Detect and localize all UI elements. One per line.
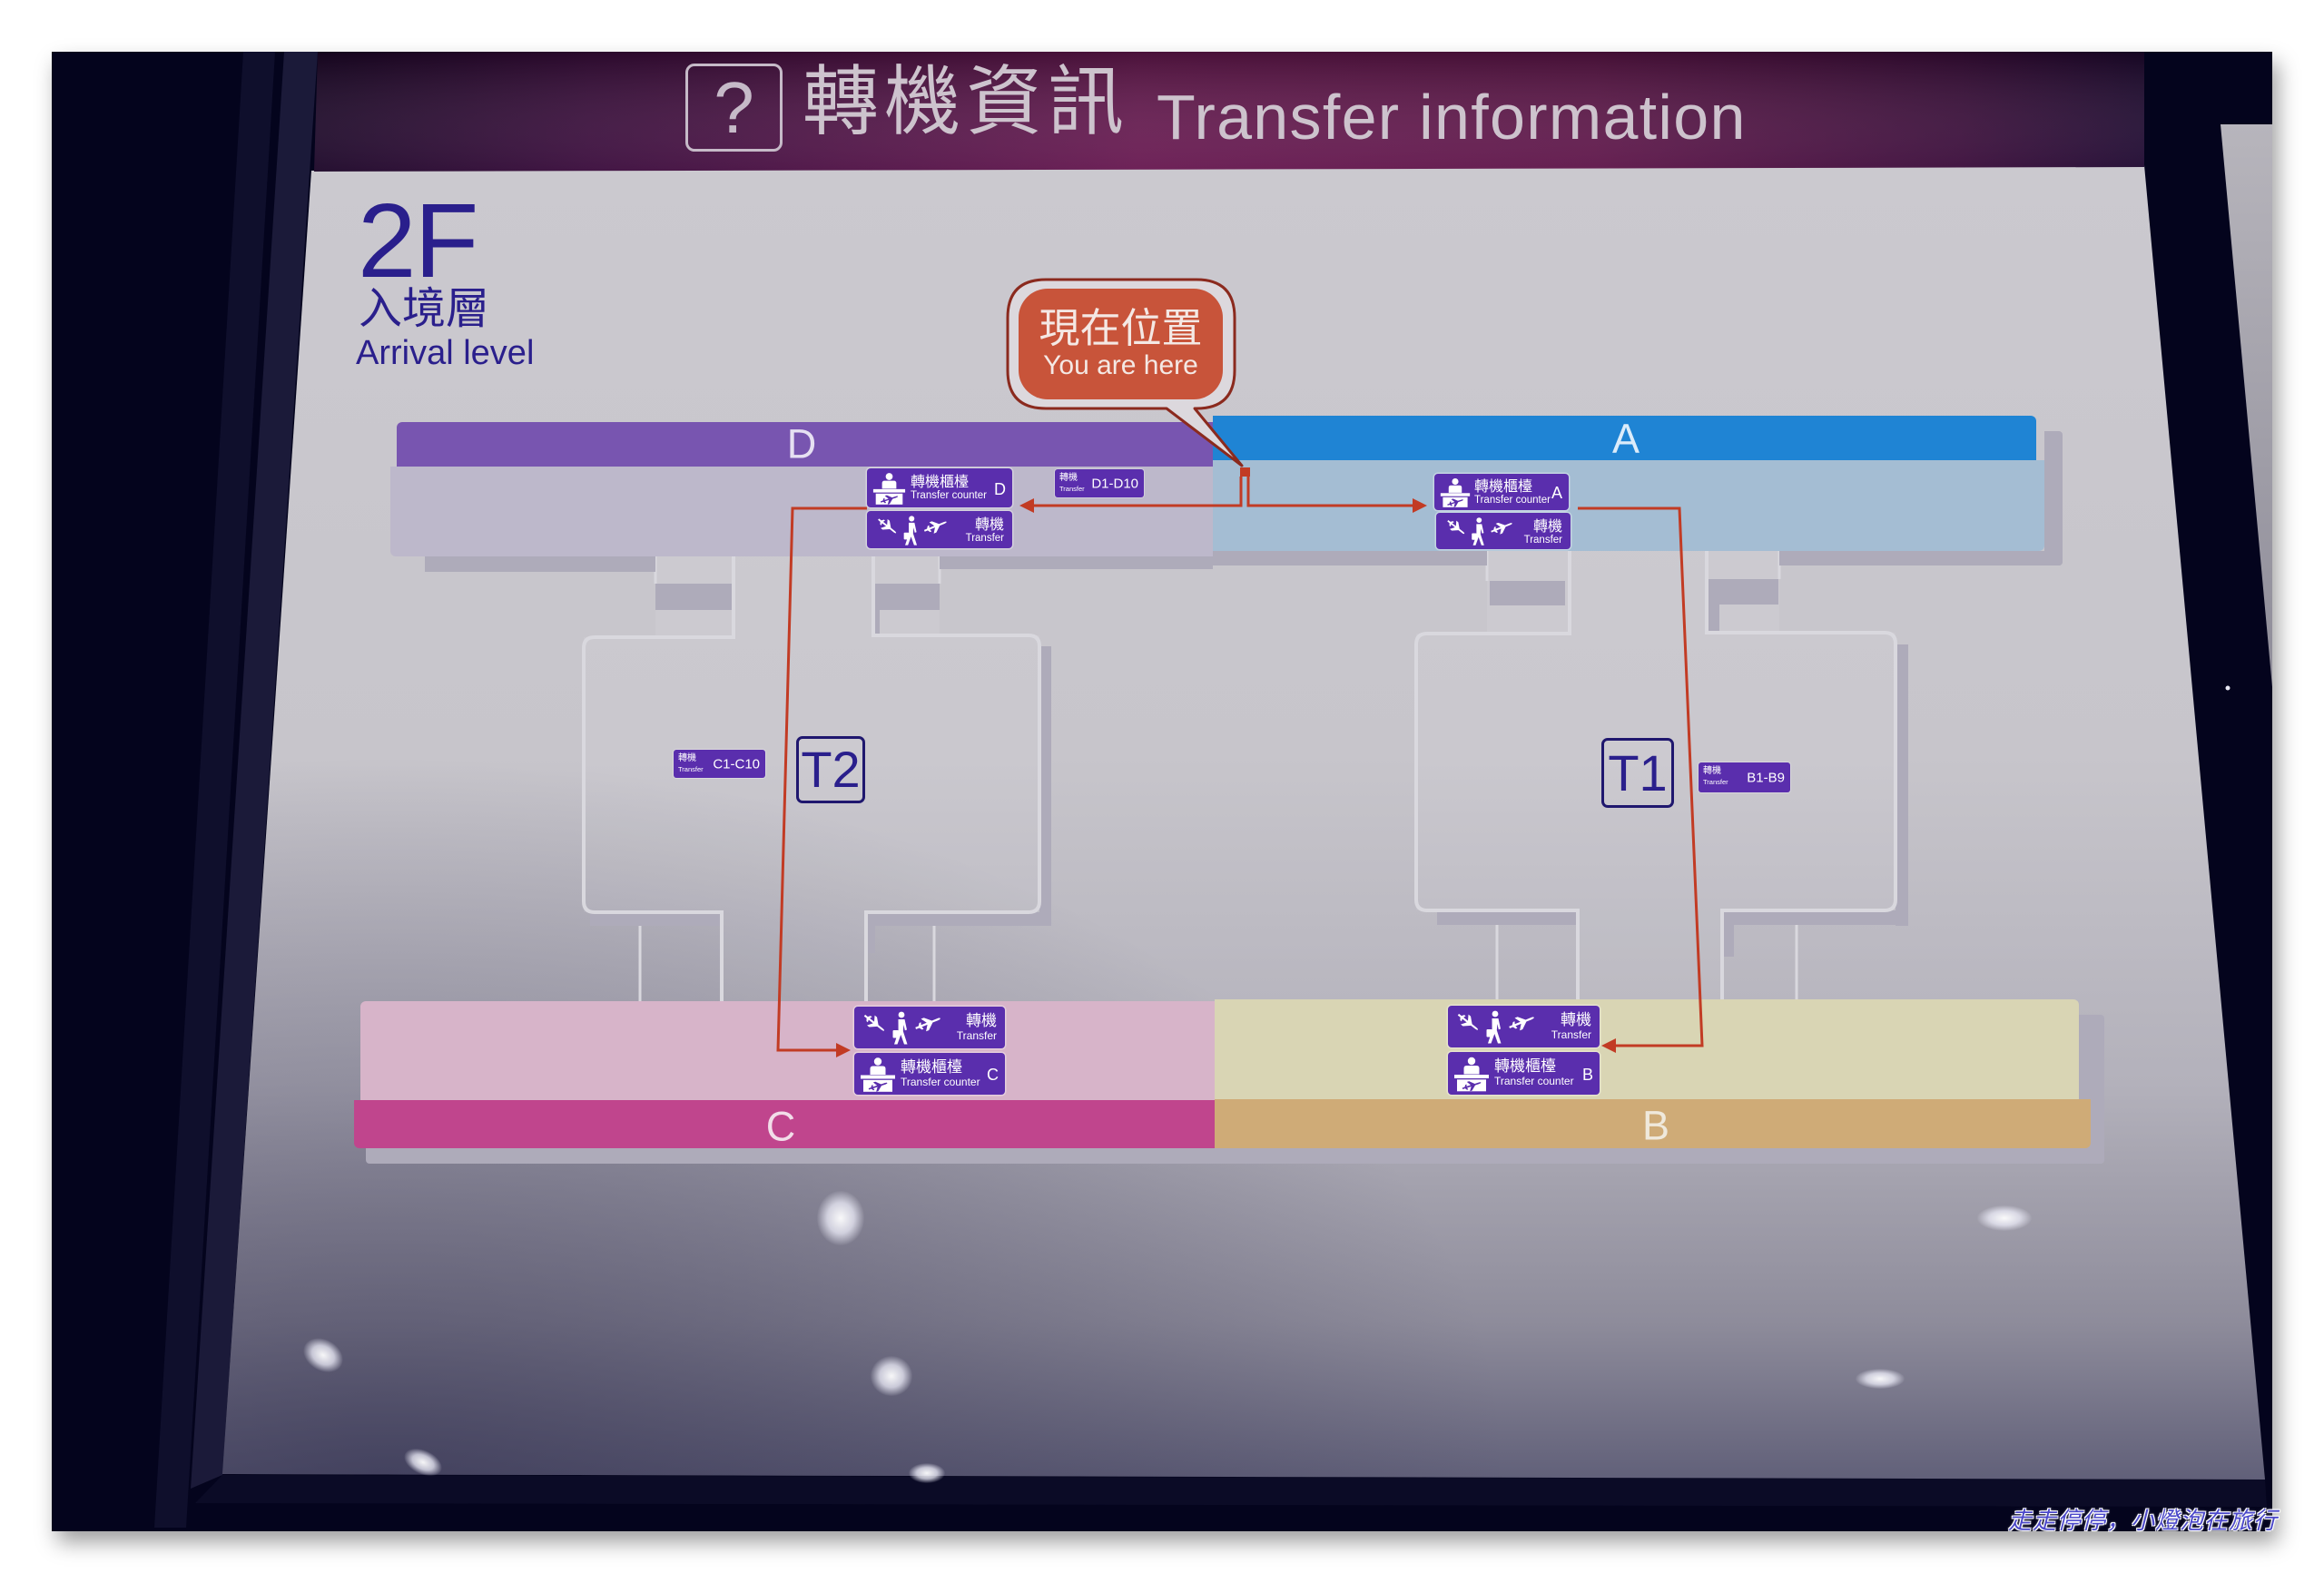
badge-label-en: Transfer [1059,485,1085,493]
gate-badge-d: 轉機 Transfer D1-D10 [1055,469,1144,497]
transfer-counter-sign-b: 轉機櫃檯 Transfer counter B [1448,1052,1600,1095]
transfer-icon [872,514,954,546]
gate-badge-b: 轉機 Transfer B1-B9 [1699,762,1790,792]
badge-label-zh: 轉機 [678,753,696,763]
you-are-here-marker [1240,467,1250,477]
you-are-here-label-en: You are here [1043,350,1198,380]
sign-concourse-letter: D [994,479,1006,498]
sign-concourse-letter: B [1581,1065,1593,1084]
sign-label-en: Transfer counter [1474,495,1551,506]
watermark: 走走停停，小燈泡在旅行 [2008,1508,2279,1535]
badge-gate-range: C1-C10 [713,756,760,772]
arrowhead-to-d [1019,498,1034,513]
light-reflection [817,1191,864,1245]
photo-canvas: ? 轉機資訊 Transfer information 2F 入境層 Arriv… [0,0,2324,1583]
light-reflection [909,1463,945,1483]
transfer-counter-icon [1453,1055,1490,1092]
sign-label-en: Transfer [965,533,1004,544]
transfer-sign-c: 轉機 Transfer [854,1007,1005,1048]
light-reflection [871,1356,912,1396]
transfer-counter-sign-a: 轉機櫃檯 Transfer counter A [1434,474,1569,510]
transfer-sign-d: 轉機 Transfer [867,511,1012,548]
transfer-icon [1453,1008,1541,1045]
sign-label-zh: 轉機 [974,516,1004,533]
transfer-routes [776,278,1704,1057]
transfer-counter-icon [1440,477,1471,507]
arrowhead-to-b [1601,1038,1616,1053]
sign-label-en: Transfer counter [901,1076,980,1088]
badge-gate-range: D1-D10 [1091,476,1138,491]
sign-label-zh: 轉機櫃檯 [1474,477,1533,495]
sign-label-en: Transfer [1523,535,1562,546]
route-here-to-a [1246,477,1414,507]
badge-gate-range: B1-B9 [1747,770,1785,785]
sign-concourse-letter: C [987,1065,999,1084]
sign-label-en: Transfer [956,1029,997,1042]
transfer-counter-icon [860,1056,896,1092]
sign-label-zh: 轉機櫃檯 [901,1058,962,1077]
transfer-icon [1442,516,1520,546]
sign-label-zh: 轉機 [966,1012,997,1030]
light-reflection [1856,1369,1905,1389]
sign-label-en: Transfer [1551,1028,1591,1041]
transfer-sign-b: 轉機 Transfer [1448,1006,1600,1047]
badge-label-zh: 轉機 [1703,766,1721,776]
you-are-here-label-zh: 現在位置 [1039,304,1203,352]
sign-concourse-letter: A [1551,483,1562,502]
transfer-icon [860,1009,947,1046]
sign-label-zh: 轉機 [1532,517,1562,535]
terminal-2-label: T2 [796,736,865,803]
badge-label-en: Transfer [678,765,704,773]
sign-label-zh: 轉機 [1561,1011,1591,1029]
arrowhead-to-a [1413,498,1427,513]
gate-badge-c: 轉機 Transfer C1-C10 [674,750,765,778]
light-reflection [1977,1205,2032,1231]
terminal-1-label: T1 [1601,738,1674,808]
transfer-counter-icon [872,471,906,505]
badge-label-en: Transfer [1703,778,1728,786]
sign-label-zh: 轉機櫃檯 [1494,1057,1556,1076]
badge-label-zh: 轉機 [1059,473,1078,483]
transfer-counter-sign-c: 轉機櫃檯 Transfer counter C [854,1053,1005,1095]
arrowhead-to-c [836,1043,851,1057]
sign-label-en: Transfer counter [911,490,987,501]
transfer-counter-sign-d: 轉機櫃檯 Transfer counter D [867,468,1012,507]
transfer-sign-a: 轉機 Transfer [1436,513,1571,549]
sign-label-en: Transfer counter [1494,1075,1574,1087]
sign-label-zh: 轉機櫃檯 [911,473,970,490]
